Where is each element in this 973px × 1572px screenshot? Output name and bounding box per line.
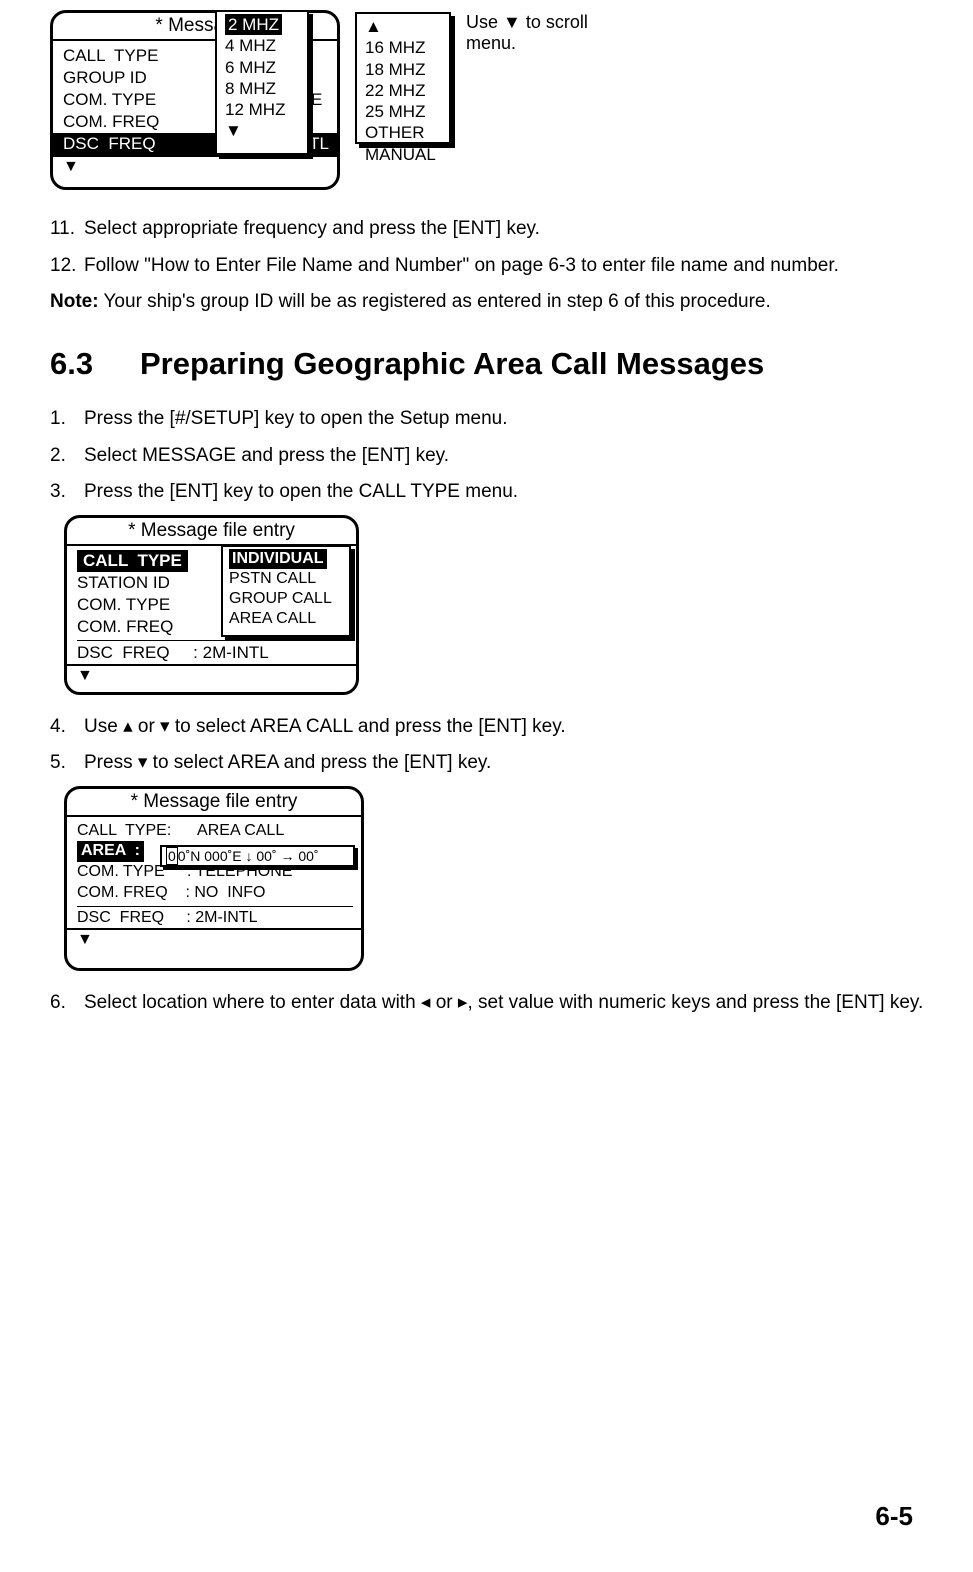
- message-panel-area: * Message file entry CALL TYPE: AREA CAL…: [64, 786, 364, 971]
- scroll-down-icon[interactable]: ▼: [67, 664, 356, 686]
- section-heading: 6.3Preparing Geographic Area Call Messag…: [50, 341, 928, 388]
- row-dsc-freq: DSC FREQ : 2M-INTL: [77, 642, 269, 664]
- freq-option[interactable]: 8 MHZ: [225, 78, 299, 99]
- row-com-freq: COM. FREQ: [63, 111, 159, 133]
- step-number: 12.: [50, 252, 84, 281]
- scroll-hint: Use ▼ to scroll menu.: [466, 12, 606, 54]
- note-text: Your ship's group ID will be as register…: [104, 291, 771, 312]
- step-number: 4.: [50, 713, 84, 742]
- calltype-option[interactable]: AREA CALL: [229, 609, 343, 629]
- row-dsc-freq-val: TL: [309, 133, 329, 155]
- row-station-id: STATION ID: [77, 572, 170, 594]
- step-text: Use ▴ or ▾ to select AREA CALL and press…: [84, 713, 566, 742]
- freq-option[interactable]: 22 MHZ: [365, 80, 441, 101]
- calltype-option[interactable]: PSTN CALL: [229, 569, 343, 589]
- freq-popup-more: ▲ 16 MHZ 18 MHZ 22 MHZ 25 MHZ OTHER MANU…: [355, 12, 451, 144]
- calltype-popup[interactable]: INDIVIDUAL PSTN CALL GROUP CALL AREA CAL…: [221, 545, 351, 637]
- row-com-freq: COM. FREQ : NO INFO: [77, 883, 265, 904]
- freq-option[interactable]: 18 MHZ: [365, 59, 441, 80]
- area-cursor[interactable]: 0: [166, 847, 178, 865]
- panel-title: * Message file entry: [67, 789, 361, 817]
- step-text: Press the [ENT] key to open the CALL TYP…: [84, 478, 518, 507]
- partial-char: E: [311, 89, 322, 111]
- step-text: Select MESSAGE and press the [ENT] key.: [84, 442, 449, 471]
- step-text: Select location where to enter data with…: [84, 989, 923, 1018]
- row-com-freq: COM. FREQ: [77, 616, 173, 638]
- row-com-type: COM. TYPE: [77, 594, 170, 616]
- step-number: 2.: [50, 442, 84, 471]
- freq-option[interactable]: OTHER: [365, 122, 441, 143]
- step-number: 3.: [50, 478, 84, 507]
- row-call-type-selected: CALL TYPE: [77, 550, 188, 572]
- scroll-down-icon[interactable]: ▼: [67, 928, 361, 950]
- step-number: 6.: [50, 989, 84, 1018]
- row-dsc-freq: DSC FREQ: [63, 133, 156, 155]
- freq-option-selected[interactable]: 2 MHZ: [225, 14, 282, 35]
- row-call-type: CALL TYPE: [63, 45, 158, 67]
- step-text: Press the [#/SETUP] key to open the Setu…: [84, 405, 508, 434]
- step-number: 11.: [50, 215, 84, 244]
- calltype-option-selected[interactable]: INDIVIDUAL: [229, 549, 327, 569]
- step-number: 5.: [50, 749, 84, 778]
- panel-title: * Message file entry: [67, 518, 356, 546]
- freq-option[interactable]: 6 MHZ: [225, 57, 299, 78]
- freq-option[interactable]: 4 MHZ: [225, 35, 299, 56]
- row-area-selected: AREA :: [77, 841, 144, 862]
- area-input-box[interactable]: 00˚N 000˚E ↓ 00˚ → 00˚: [160, 845, 355, 867]
- row-group-id: GROUP ID: [63, 67, 147, 89]
- scroll-down-icon[interactable]: ▼: [225, 120, 299, 141]
- freq-option[interactable]: 25 MHZ: [365, 101, 441, 122]
- step-text: Press ▾ to select AREA and press the [EN…: [84, 749, 491, 778]
- row-com-type: COM. TYPE: [63, 89, 156, 111]
- freq-popup[interactable]: 2 MHZ 4 MHZ 6 MHZ 8 MHZ 12 MHZ ▼: [215, 10, 309, 155]
- step-text: Follow "How to Enter File Name and Numbe…: [84, 252, 839, 281]
- row-call-type: CALL TYPE: AREA CALL: [77, 821, 284, 842]
- step-number: 1.: [50, 405, 84, 434]
- step-text: Select appropriate frequency and press t…: [84, 215, 540, 244]
- scroll-up-icon[interactable]: ▲: [365, 16, 441, 37]
- scroll-down-icon[interactable]: ▼: [53, 155, 337, 177]
- freq-option[interactable]: 12 MHZ: [225, 99, 299, 120]
- area-value: 0˚N 000˚E ↓ 00˚ → 00˚: [178, 848, 319, 864]
- row-dsc-freq: DSC FREQ : 2M-INTL: [77, 908, 257, 929]
- message-panel-calltype: * Message file entry CALL TYPE STATION I…: [64, 515, 359, 695]
- freq-option[interactable]: 16 MHZ: [365, 37, 441, 58]
- calltype-option[interactable]: GROUP CALL: [229, 589, 343, 609]
- page-number: 6-5: [875, 1501, 913, 1532]
- message-panel-dscfreq: * Messag CALL TYPE GROUP ID COM. TYPEE C…: [50, 10, 340, 190]
- freq-option[interactable]: MANUAL: [365, 144, 441, 165]
